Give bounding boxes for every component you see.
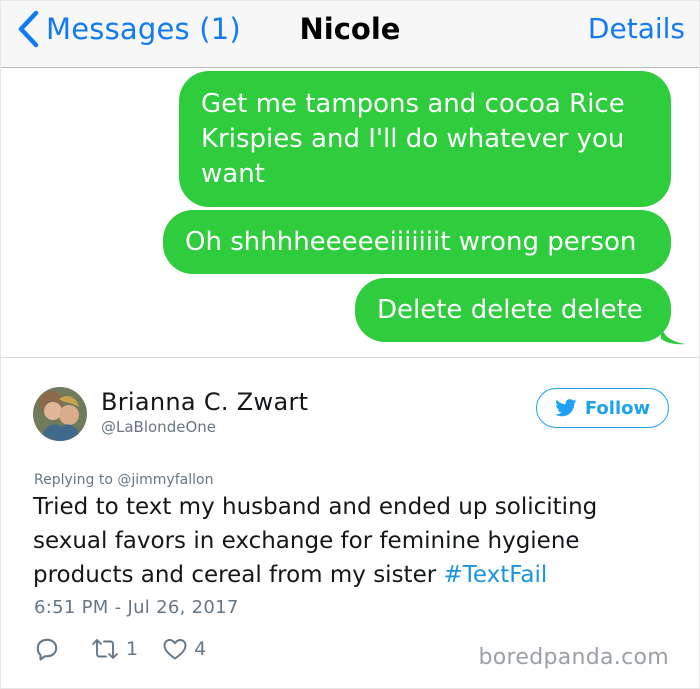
message-bubble: Delete delete delete xyxy=(355,278,671,342)
embedded-tweet: Brianna C. Zwart @LaBlondeOne Follow Rep… xyxy=(1,357,699,688)
message-bubble: Oh shhhheeeeeiiiiiiit wrong person xyxy=(163,210,671,274)
reply-icon xyxy=(36,638,58,661)
post-frame: Messages (1) Nicole Details Get me tampo… xyxy=(1,1,699,688)
details-button[interactable]: Details xyxy=(588,9,685,49)
messages-navbar: Messages (1) Nicole Details xyxy=(1,1,699,68)
contact-name: Nicole xyxy=(299,12,401,46)
follow-button[interactable]: Follow xyxy=(536,388,669,428)
heart-icon xyxy=(163,639,187,660)
hashtag-link[interactable]: #TextFail xyxy=(444,562,548,588)
replying-to[interactable]: Replying to @jimmyfallon xyxy=(34,472,213,488)
boredpanda-watermark: boredpanda.com xyxy=(478,645,669,670)
bubble-tail-icon xyxy=(661,325,685,345)
messages-screenshot: Messages (1) Nicole Details Get me tampo… xyxy=(1,1,699,356)
tweet-timestamp[interactable]: 6:51 PM - Jul 26, 2017 xyxy=(34,597,239,618)
message-bubble: Get me tampons and cocoa Rice Krispies a… xyxy=(179,71,671,207)
author-handle[interactable]: @LaBlondeOne xyxy=(101,418,216,436)
retweet-button[interactable]: 1 xyxy=(90,637,138,661)
retweet-count: 1 xyxy=(126,638,139,660)
twitter-bird-icon xyxy=(555,399,577,417)
author-name[interactable]: Brianna C. Zwart xyxy=(101,388,308,416)
like-count: 4 xyxy=(194,638,207,660)
follow-label: Follow xyxy=(584,397,651,419)
like-button[interactable]: 4 xyxy=(162,637,206,661)
reply-button[interactable] xyxy=(34,636,60,662)
retweet-icon xyxy=(92,639,118,659)
tweet-actions: 1 4 xyxy=(34,636,206,662)
tweet-text: Tried to text my husband and ended up so… xyxy=(33,490,663,592)
avatar[interactable] xyxy=(33,387,87,441)
